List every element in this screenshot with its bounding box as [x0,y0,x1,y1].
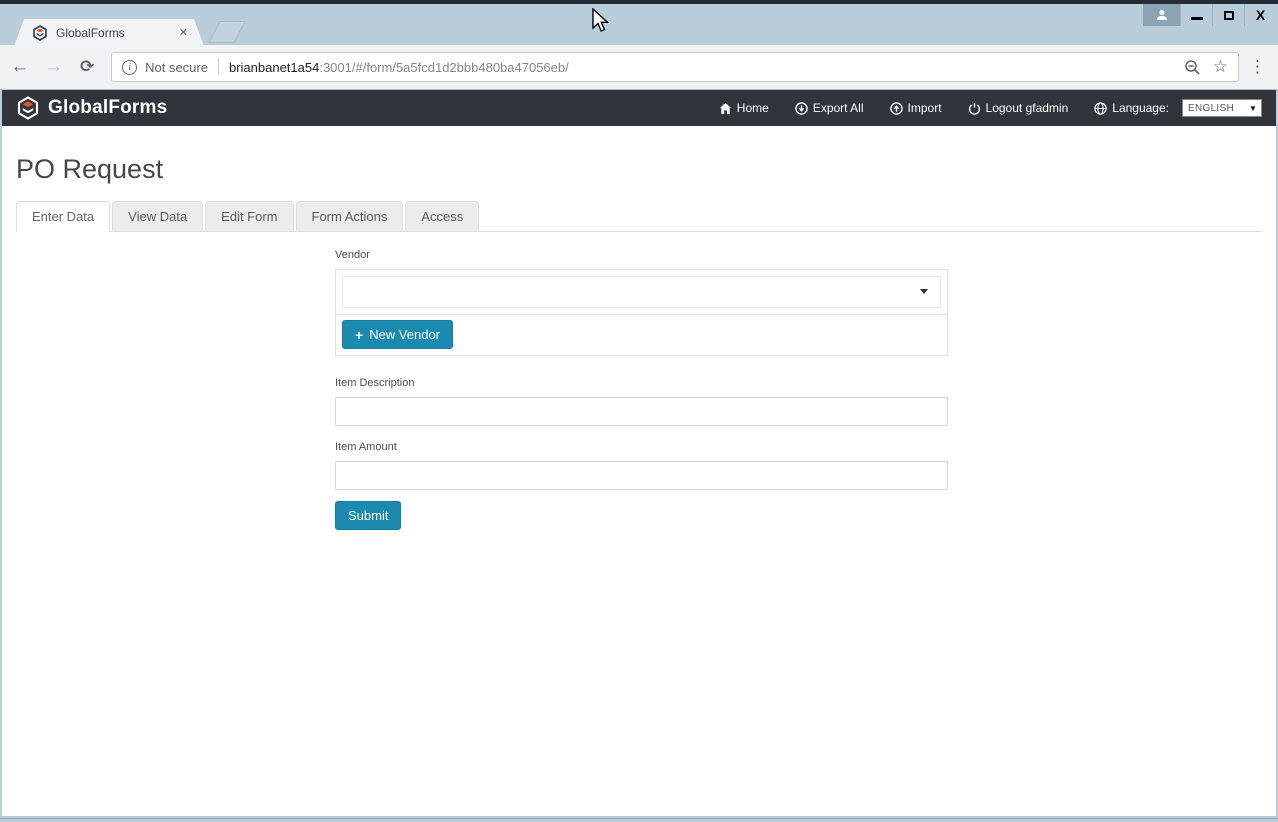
new-vendor-button[interactable]: + New Vendor [342,320,453,349]
plus-icon: + [355,328,363,342]
browser-tab[interactable]: GlobalForms ✕ [14,19,204,46]
nav-item-label: Logout gfadmin [986,101,1069,115]
nav-item-import[interactable]: Import [890,101,942,115]
browser-window: GlobalForms ✕ X ← → ⟳ i Not secure brian… [0,0,1278,822]
mouse-cursor [589,8,611,34]
page-content: PO Request Enter Data View Data Edit For… [2,154,1276,530]
back-button[interactable]: ← [6,53,34,81]
nav-item-home[interactable]: Home [719,101,769,115]
address-bar[interactable]: i Not secure brianbanet1a54:3001/#/form/… [111,52,1239,82]
new-tab-button[interactable] [208,21,246,43]
tab-enter-data[interactable]: Enter Data [16,201,110,232]
tab-access[interactable]: Access [405,201,479,231]
vendor-label: Vendor [335,249,948,261]
import-icon [890,102,903,115]
refresh-button[interactable]: ⟳ [73,53,101,81]
window-bottom-edge [0,818,1278,822]
tab-edit-form[interactable]: Edit Form [205,201,293,231]
url-path: :3001/#/form/5a5fcd1d2bbb480ba47056eb/ [319,60,568,75]
select-arrow-icon: ▼ [1245,100,1261,116]
nav-item-export-all[interactable]: Export All [795,101,864,115]
browser-menu-icon[interactable]: ⋮ [1249,57,1266,77]
minimize-button[interactable] [1180,4,1212,26]
home-icon [719,102,732,115]
nav-item-label: Import [908,101,942,115]
maximize-icon [1224,11,1234,20]
maximize-button[interactable] [1212,4,1244,26]
export-icon [795,102,808,115]
item-description-input[interactable] [335,397,948,426]
window-controls: X [1143,4,1276,26]
profile-button[interactable] [1143,4,1180,26]
browser-titlebar: GlobalForms ✕ X [0,4,1278,45]
language-select[interactable]: ENGLISH ▼ [1182,99,1262,117]
language-selected-value: ENGLISH [1183,103,1245,114]
refresh-icon: ⟳ [80,57,94,77]
minimize-icon [1191,17,1203,20]
page-title: PO Request [16,154,1262,185]
item-amount-field: Item Amount [335,441,948,490]
nav-item-language: Language: ENGLISH ▼ [1094,99,1262,117]
close-button[interactable]: X [1244,4,1276,26]
browser-toolbar: ← → ⟳ i Not secure brianbanet1a54:3001/#… [0,45,1278,90]
tab-title: GlobalForms [56,26,177,40]
zoom-out-icon[interactable] [1184,59,1201,76]
item-description-field: Item Description [335,377,948,426]
app-brand[interactable]: GlobalForms [16,96,167,120]
item-amount-input[interactable] [335,461,948,490]
security-label: Not secure [145,60,208,75]
po-request-form: Vendor + New Vendor [335,232,948,530]
nav-item-label: Language: [1112,101,1169,115]
chevron-down-icon [920,289,928,294]
forward-button[interactable]: → [40,53,68,81]
close-icon: X [1256,8,1265,22]
page-viewport: GlobalForms Home Export All [2,90,1276,816]
nav-item-label: Home [737,101,769,115]
person-icon [1155,8,1169,22]
vendor-panel: + New Vendor [335,269,948,356]
power-icon [968,102,981,115]
bookmark-star-icon[interactable]: ☆ [1213,57,1228,77]
nav-item-logout[interactable]: Logout gfadmin [968,101,1069,115]
vendor-select[interactable] [342,276,941,308]
globalforms-logo-icon [16,96,40,120]
tab-form-actions[interactable]: Form Actions [296,201,404,231]
url-host: brianbanet1a54 [229,60,319,75]
info-icon[interactable]: i [122,60,137,75]
form-tabs: Enter Data View Data Edit Form Form Acti… [16,201,1262,232]
nav-item-label: Export All [813,101,864,115]
new-vendor-button-label: New Vendor [369,327,440,342]
url-text: brianbanet1a54:3001/#/form/5a5fcd1d2bbb4… [229,60,1176,75]
omnibox-divider [218,59,219,75]
globe-icon [1094,102,1107,115]
app-brand-name: GlobalForms [48,97,167,119]
item-description-label: Item Description [335,377,948,389]
submit-button[interactable]: Submit [335,501,401,530]
tab-close-icon[interactable]: ✕ [177,24,190,41]
app-navbar: GlobalForms Home Export All [2,90,1276,126]
favicon-globalforms-icon [32,25,48,41]
tab-view-data[interactable]: View Data [112,201,203,231]
submit-button-label: Submit [348,508,388,523]
item-amount-label: Item Amount [335,441,948,453]
